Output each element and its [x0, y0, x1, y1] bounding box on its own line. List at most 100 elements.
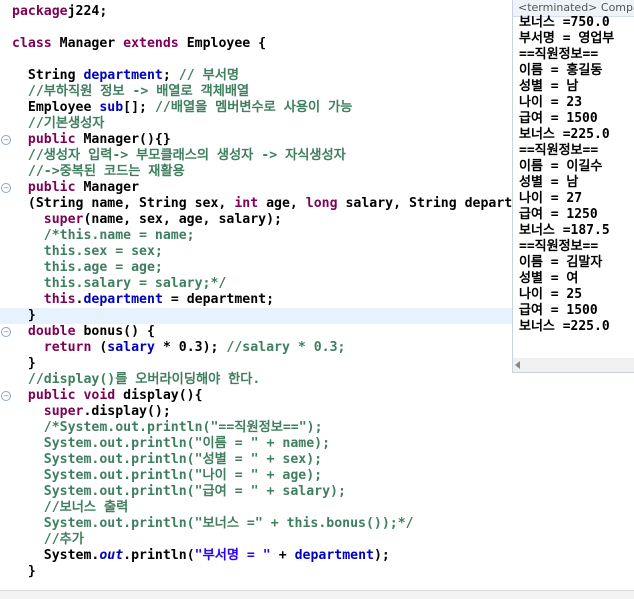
code-line[interactable]: /*this.name = name; [12, 228, 195, 244]
code-token: //배열을 멤버변수로 사용이 가능 [154, 100, 353, 115]
code-token: .display(); [83, 404, 171, 419]
console-output-line: ==직원정보== [519, 239, 599, 254]
code-line[interactable]: Employee sub[]; //배열을 멤버변수로 사용이 가능 [12, 100, 352, 116]
code-line[interactable]: this.age = age; [12, 260, 163, 276]
console-output-line: 이름 = 김말자 [519, 255, 603, 270]
console-output-line: 급여 = 1250 [519, 207, 598, 222]
code-line[interactable]: double bonus() { [12, 324, 155, 340]
code-token: department [83, 68, 163, 83]
console-output-line: ==직원정보== [519, 143, 599, 158]
code-line[interactable]: } [0, 308, 512, 324]
code-line[interactable]: /*System.out.println("==직원정보=="); [12, 420, 323, 436]
code-token: return [12, 340, 92, 355]
console-output-line: 이름 = 이길수 [519, 159, 603, 174]
fold-toggle-icon[interactable]: − [1, 135, 11, 145]
code-line[interactable]: (String name, String sex, int age, long … [12, 196, 512, 212]
code-token: System.out.println("급여 = " + salary); [12, 484, 346, 499]
code-token: ; [162, 68, 179, 83]
code-token: /*this.name = name; [12, 228, 195, 243]
code-line[interactable]: this.department = department; [12, 292, 274, 308]
code-token: double [12, 324, 76, 339]
code-line[interactable]: //추가 [12, 532, 84, 548]
code-token: System. [12, 548, 100, 563]
code-line[interactable]: super.display(); [12, 404, 171, 420]
code-line[interactable]: class Manager extends Employee { [12, 36, 266, 52]
console-output-line: 성별 = 남 [519, 175, 579, 190]
code-line[interactable]: System.out.println("나이 = " + age); [12, 468, 322, 484]
code-token: []; [123, 100, 155, 115]
horizontal-scrollbar[interactable] [513, 358, 634, 372]
code-line[interactable]: } [12, 356, 36, 372]
code-line[interactable]: this.sex = sex; [12, 244, 163, 260]
code-token: j224; [67, 4, 108, 19]
code-token: * 0.3); [154, 340, 227, 355]
code-token: //생성자 입력-> 부모클래스의 생성자 -> 자식생성자 [12, 148, 346, 163]
console-panel[interactable]: <terminated> Compa 보너스 =750.0 부서명 = 영업부 ==… [512, 0, 634, 373]
code-token: long [305, 196, 338, 211]
code-line[interactable]: //보너스 출력 [12, 500, 129, 516]
code-token: age, [258, 196, 306, 211]
code-line[interactable]: //->중복된 코드는 재활용 [12, 164, 185, 180]
code-token: //추가 [12, 532, 84, 547]
code-token: String [12, 68, 84, 83]
code-token: department [83, 292, 163, 307]
code-line[interactable]: } [12, 564, 36, 580]
fold-toggle-icon[interactable]: − [1, 183, 11, 193]
code-token: } [12, 564, 36, 579]
code-token: "부서명 = " [194, 548, 271, 563]
code-token: this.salary = salary;*/ [12, 276, 227, 291]
code-token: salary [107, 340, 155, 355]
fold-toggle-icon[interactable]: − [1, 327, 11, 337]
code-line[interactable]: //부하직원 정보 -> 배열로 객체배열 [12, 84, 249, 100]
code-token: /*System.out.println("==직원정보=="); [12, 420, 323, 435]
console-output-line: 보너스 =187.5 [519, 223, 610, 238]
code-line[interactable]: System.out.println("성별 = " + sex); [12, 452, 322, 468]
fold-toggle-icon[interactable]: − [1, 391, 11, 401]
code-line[interactable]: System.out.println("이름 = " + name); [12, 436, 330, 452]
console-output-line: 나이 = 23 [519, 95, 583, 110]
code-line[interactable]: public Manager(){} [12, 132, 171, 148]
console-output-line: ==직원정보== [519, 47, 599, 62]
scroll-left-arrow-icon[interactable] [515, 361, 520, 369]
code-line[interactable]: public Manager [12, 180, 139, 196]
console-output-line: 이름 = 홍길동 [519, 63, 603, 78]
code-token: package [12, 4, 68, 19]
code-token: super [12, 404, 84, 419]
code-line[interactable]: String department; // 부서명 [12, 68, 239, 84]
code-line[interactable]: //display()를 오버라이딩해야 한다. [12, 372, 260, 388]
code-token: System.out.println("성별 = " + sex); [12, 452, 323, 467]
code-token: = department; [162, 292, 275, 307]
code-line[interactable]: super(name, sex, age, salary); [12, 212, 282, 228]
code-line[interactable]: System.out.println("보너스 =" + this.bonus(… [12, 516, 414, 532]
console-output-line: 보너스 =225.0 [519, 319, 610, 334]
code-token: System.out.println("보너스 =" + this.bonus(… [12, 516, 414, 531]
code-token: System.out.println("나이 = " + age); [12, 468, 323, 483]
code-line[interactable]: this.salary = salary;*/ [12, 276, 227, 292]
console-output-line: 성별 = 남 [519, 79, 579, 94]
code-line[interactable]: //생성자 입력-> 부모클래스의 생성자 -> 자식생성자 [12, 148, 346, 164]
console-output-line: 나이 = 25 [519, 287, 583, 302]
code-line[interactable]: packagej224; [12, 4, 107, 20]
code-token: department [294, 548, 374, 563]
code-token: public [12, 132, 76, 147]
code-line[interactable]: public void display(){ [12, 388, 203, 404]
code-line[interactable]: //기본생성자 [12, 116, 105, 132]
code-line[interactable]: System.out.println("부서명 = " + department… [12, 548, 390, 564]
code-token: Manager [51, 36, 124, 51]
code-line[interactable]: System.out.println("급여 = " + salary); [12, 484, 346, 500]
code-token: //display()를 오버라이딩해야 한다. [12, 372, 261, 387]
code-token: Manager(){} [75, 132, 171, 147]
code-token: } [12, 356, 36, 371]
code-token: //salary * 0.3; [226, 340, 346, 355]
code-token: System.out.println("이름 = " + name); [12, 436, 331, 451]
code-editor[interactable]: packagej224; class Manager extends Employ… [0, 0, 512, 598]
code-token: // 부서명 [178, 68, 239, 83]
code-token: this [12, 292, 76, 307]
console-output-line: 보너스 =225.0 [519, 127, 610, 142]
code-token: Manager [75, 180, 140, 195]
code-line[interactable]: return (salary * 0.3); //salary * 0.3; [12, 340, 346, 356]
code-token: } [12, 308, 36, 323]
code-token: + [270, 548, 295, 563]
code-token: //기본생성자 [12, 116, 105, 131]
code-token: bonus() { [75, 324, 155, 339]
